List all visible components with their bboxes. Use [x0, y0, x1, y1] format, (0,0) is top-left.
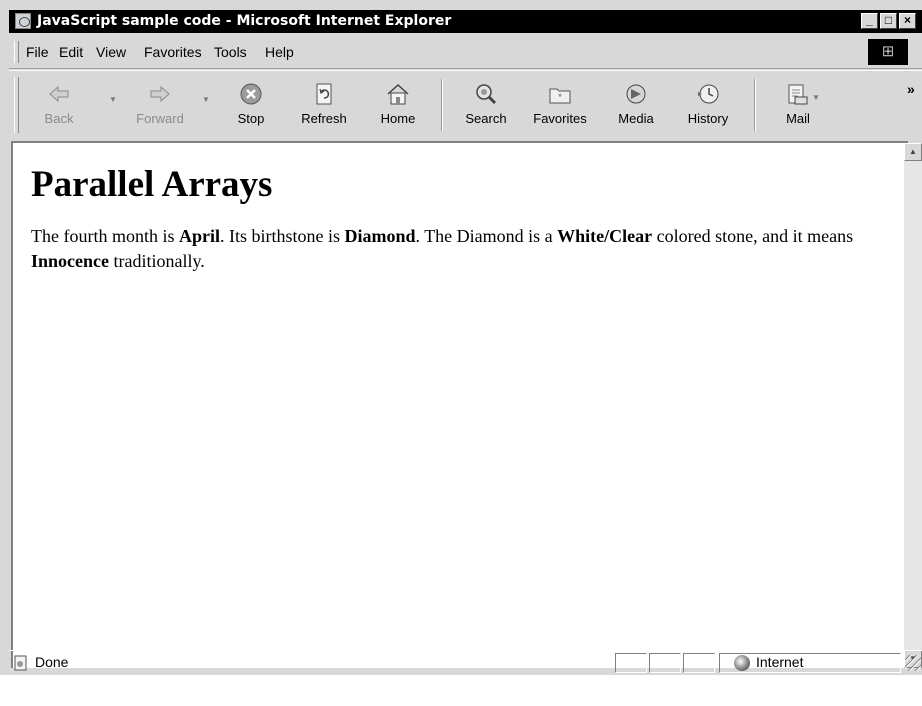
text-segment: The fourth month is — [31, 225, 179, 246]
search-icon — [476, 84, 497, 105]
menu-view[interactable]: View — [96, 44, 126, 60]
status-pane — [683, 653, 715, 673]
favorites-folder-icon: * — [549, 88, 571, 104]
forward-arrow-icon — [150, 85, 170, 103]
menu-tools[interactable]: Tools — [214, 44, 247, 60]
media-label: Media — [618, 111, 654, 126]
back-button[interactable]: Back — [31, 79, 87, 135]
standard-toolbar: Back ▼ Forward ▼ Stop Refresh Home Searc… — [9, 70, 922, 139]
page-heading: Parallel Arrays — [31, 164, 273, 205]
internet-zone-icon — [734, 655, 750, 671]
menu-favorites[interactable]: Favorites — [144, 44, 202, 60]
page-paragraph: The fourth month is April. Its birthston… — [31, 224, 881, 274]
text-segment: . The Diamond is a — [415, 225, 558, 246]
status-pane — [615, 653, 647, 673]
home-button[interactable]: Home — [373, 79, 423, 135]
back-dropdown-icon[interactable]: ▼ — [109, 95, 117, 104]
media-button[interactable]: Media — [609, 79, 663, 135]
mail-label: Mail — [786, 111, 810, 126]
back-arrow-icon — [49, 85, 69, 103]
mail-icon — [788, 84, 808, 105]
text-segment: colored stone, and it means — [652, 225, 854, 246]
stop-label: Stop — [237, 111, 265, 126]
media-icon — [626, 84, 646, 104]
text-segment: . Its birthstone is — [220, 225, 345, 246]
search-button[interactable]: Search — [455, 79, 517, 135]
minimize-button[interactable]: _ — [861, 13, 878, 29]
toolbar-separator — [754, 79, 756, 131]
mail-dropdown-icon[interactable]: ▼ — [812, 93, 820, 102]
menu-grip[interactable] — [14, 41, 19, 63]
back-label: Back — [44, 111, 74, 126]
desktop-area — [0, 675, 922, 706]
forward-label: Forward — [136, 111, 184, 126]
mail-button[interactable]: Mail — [767, 79, 829, 135]
title-bar[interactable]: JavaScript sample code - Microsoft Inter… — [9, 10, 922, 33]
resize-grip-icon[interactable] — [905, 655, 921, 671]
window-title: JavaScript sample code - Microsoft Inter… — [37, 13, 452, 29]
status-text: Done — [35, 654, 69, 670]
menu-bar: File Edit View Favorites Tools Help ⊞ — [9, 36, 922, 69]
status-bar: Done Internet — [9, 650, 922, 675]
color-value: White/Clear — [557, 225, 653, 246]
page-icon — [15, 13, 31, 29]
vertical-scrollbar[interactable]: ▲ ▼ — [904, 143, 922, 668]
stop-icon — [240, 83, 262, 105]
toolbar-separator — [441, 79, 443, 131]
favorites-button[interactable]: * Favorites — [522, 79, 598, 135]
svg-text:*: * — [558, 92, 562, 102]
toolbar-more-icon[interactable]: » — [907, 81, 915, 97]
forward-dropdown-icon[interactable]: ▼ — [202, 95, 210, 104]
content-area: Parallel Arrays The fourth month is Apri… — [11, 141, 908, 668]
forward-button[interactable]: Forward — [125, 79, 195, 135]
browser-window: JavaScript sample code - Microsoft Inter… — [0, 0, 922, 706]
page-status-icon — [14, 655, 27, 671]
history-label: History — [687, 111, 729, 126]
refresh-button[interactable]: Refresh — [293, 79, 355, 135]
menu-help[interactable]: Help — [265, 44, 294, 60]
scroll-up-icon[interactable]: ▲ — [904, 143, 922, 161]
windows-logo-icon: ⊞ — [868, 39, 908, 65]
history-icon — [698, 84, 719, 104]
refresh-label: Refresh — [301, 111, 347, 126]
status-pane — [649, 653, 681, 673]
zone-label: Internet — [756, 654, 804, 670]
home-icon — [387, 83, 409, 105]
refresh-icon — [316, 83, 332, 105]
menu-edit[interactable]: Edit — [59, 44, 83, 60]
toolbar-grip[interactable] — [14, 77, 19, 133]
page-body: Parallel Arrays The fourth month is Apri… — [31, 164, 881, 274]
history-button[interactable]: History — [677, 79, 739, 135]
stop-button[interactable]: Stop — [227, 79, 275, 135]
meaning-value: Innocence — [31, 250, 109, 271]
birthstone-value: Diamond — [344, 225, 416, 246]
search-label: Search — [465, 111, 507, 126]
close-button[interactable]: × — [899, 13, 916, 29]
month-value: April — [178, 225, 220, 246]
maximize-button[interactable]: □ — [880, 13, 897, 29]
home-label: Home — [380, 111, 416, 126]
text-segment: traditionally. — [109, 250, 205, 271]
favorites-label: Favorites — [533, 111, 587, 126]
menu-file[interactable]: File — [26, 44, 49, 60]
